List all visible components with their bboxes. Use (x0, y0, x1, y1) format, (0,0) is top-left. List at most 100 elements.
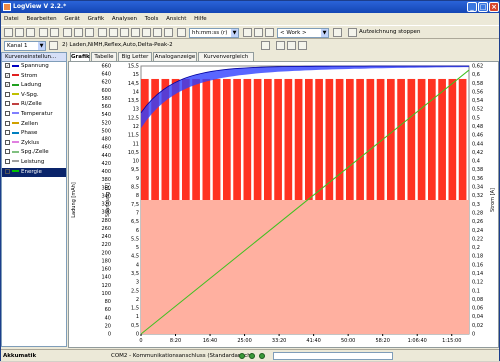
current-pulse-bar (346, 78, 354, 200)
menu-datei[interactable]: Datei (1, 16, 22, 22)
curve-item-zellen[interactable]: Zellen (2, 120, 66, 130)
curve-item-strom[interactable]: ✓ Strom (2, 72, 66, 82)
y-left-tick-label: 200 (101, 250, 111, 256)
curve-item-rizelle[interactable]: Ri/Zelle (2, 100, 66, 110)
current-pulse-bar (274, 78, 282, 200)
checkbox[interactable] (5, 130, 10, 136)
menu-hilfe[interactable]: Hilfe (191, 16, 210, 22)
maximize-button[interactable]: □ (478, 2, 488, 12)
magnet-icon[interactable] (243, 28, 252, 37)
color-swatch (12, 131, 19, 134)
curve-item-vspg[interactable]: V-Spg. (2, 91, 66, 101)
work-value: < Work > (280, 30, 307, 36)
led-icon (259, 353, 265, 359)
y-left-tick-label: 420 (101, 161, 111, 167)
channel-combo[interactable]: Kanal 1 ▼ (4, 41, 46, 51)
curve-item-ladung[interactable]: ✓ Ladung (2, 81, 66, 91)
checkbox[interactable] (5, 168, 10, 174)
open-folder-icon[interactable] (15, 28, 24, 37)
filter-icon[interactable] (164, 28, 173, 37)
y-voltage-tick-label: 13 (133, 107, 139, 113)
export-icon[interactable] (153, 28, 162, 37)
work-combo[interactable]: < Work > ▼ (277, 28, 329, 38)
curve-item-phase[interactable]: Phase (2, 129, 66, 139)
settings-icon[interactable] (131, 28, 140, 37)
curve-item-zyklus[interactable]: Zyklus (2, 139, 66, 149)
checkbox[interactable] (5, 91, 10, 97)
stop-icon[interactable] (348, 28, 357, 37)
y-left-tick-label: 660 (101, 64, 111, 70)
forward-icon[interactable] (298, 41, 307, 50)
table-icon[interactable] (109, 28, 118, 37)
current-pulse-bar (366, 78, 375, 200)
save-icon[interactable] (26, 28, 35, 37)
stop-recording-button[interactable]: Aufzeichnung stoppen (359, 29, 420, 35)
checkbox[interactable] (5, 110, 10, 116)
y-voltage-tick-label: 0 (136, 332, 139, 338)
menu-geraet[interactable]: Gerät (61, 16, 82, 22)
app-icon (3, 3, 11, 11)
menu-tools[interactable]: Tools (142, 16, 162, 22)
checkbox[interactable] (5, 101, 10, 107)
y-current-tick-label: 0,44 (472, 141, 483, 147)
close-button[interactable]: × (489, 2, 499, 12)
minimize-button[interactable]: _ (467, 2, 477, 12)
checkbox[interactable] (5, 139, 10, 145)
connect-icon[interactable] (333, 28, 342, 37)
current-pulse-bar (253, 78, 262, 200)
current-pulse-bar (397, 78, 405, 200)
checkbox[interactable]: ✓ (5, 82, 10, 88)
print-icon[interactable] (39, 28, 48, 37)
y-left-tick-label: 540 (101, 112, 111, 118)
curve-item-leistung[interactable]: Leistung (2, 158, 66, 168)
menu-grafik[interactable]: Grafik (85, 16, 108, 22)
prev-icon[interactable] (49, 41, 58, 50)
curve-item-spgzelle[interactable]: Spg./Zelle (2, 148, 66, 158)
tab-kurvenvergleich[interactable]: Kurvenvergleich (198, 52, 254, 61)
color-swatch (12, 112, 19, 115)
search-icon[interactable] (254, 28, 263, 37)
cut-icon[interactable] (63, 28, 72, 37)
chevron-down-icon: ▼ (231, 29, 238, 37)
new-file-icon[interactable] (4, 28, 13, 37)
time-icon[interactable] (177, 28, 186, 37)
menu-bearbeiten[interactable]: Bearbeiten (23, 16, 59, 22)
help-icon[interactable] (142, 28, 151, 37)
tab-tabelle[interactable]: Tabelle (91, 52, 117, 61)
y-voltage-tick-label: 1 (136, 314, 139, 320)
checkbox[interactable]: ✓ (5, 72, 10, 78)
y-current-tick-label: 0,54 (472, 98, 483, 104)
curve-item-label: Spannung (21, 63, 49, 69)
y-current-tick-label: 0,5 (472, 115, 480, 121)
checkbox[interactable]: ✓ (5, 63, 10, 68)
checkbox[interactable] (5, 120, 10, 126)
current-pulse-bar (264, 78, 272, 200)
y-left-tick-label: 440 (101, 153, 111, 159)
curve-item-label: Phase (21, 130, 38, 137)
curve-item-temperatur[interactable]: Temperatur (2, 110, 66, 120)
time-format-combo[interactable]: hh:mm:ss (r) ▼ (189, 28, 239, 38)
zoom-icon[interactable] (120, 28, 129, 37)
back-icon[interactable] (287, 41, 296, 50)
tab-big-letter[interactable]: Big Letter (118, 52, 152, 61)
menu-ansicht[interactable]: Ansicht (163, 16, 189, 22)
paste-icon[interactable] (85, 28, 94, 37)
device-icon[interactable] (265, 28, 274, 37)
current-pulse-bar (335, 78, 344, 200)
preview-icon[interactable] (50, 28, 59, 37)
y-voltage-tick-label: 6,5 (131, 219, 139, 225)
curve-item-energie[interactable]: Energie (2, 167, 66, 178)
dropdown-icon[interactable] (261, 41, 270, 50)
y-voltage-tick-label: 5,5 (131, 236, 139, 242)
curve-item-spannung[interactable]: ✓ Spannung (2, 62, 66, 72)
tab-analoganzeige[interactable]: Analoganzeige (153, 52, 197, 61)
copy-icon[interactable] (74, 28, 83, 37)
checkbox[interactable] (5, 149, 10, 155)
chart-icon[interactable] (98, 28, 107, 37)
y-current-tick-label: 0,26 (472, 219, 483, 225)
checkbox[interactable] (5, 158, 10, 164)
y-voltage-tick-label: 3 (136, 280, 139, 286)
first-icon[interactable] (276, 41, 285, 50)
menu-analysen[interactable]: Analysen (109, 16, 140, 22)
y-voltage-tick-label: 0,5 (131, 323, 139, 329)
